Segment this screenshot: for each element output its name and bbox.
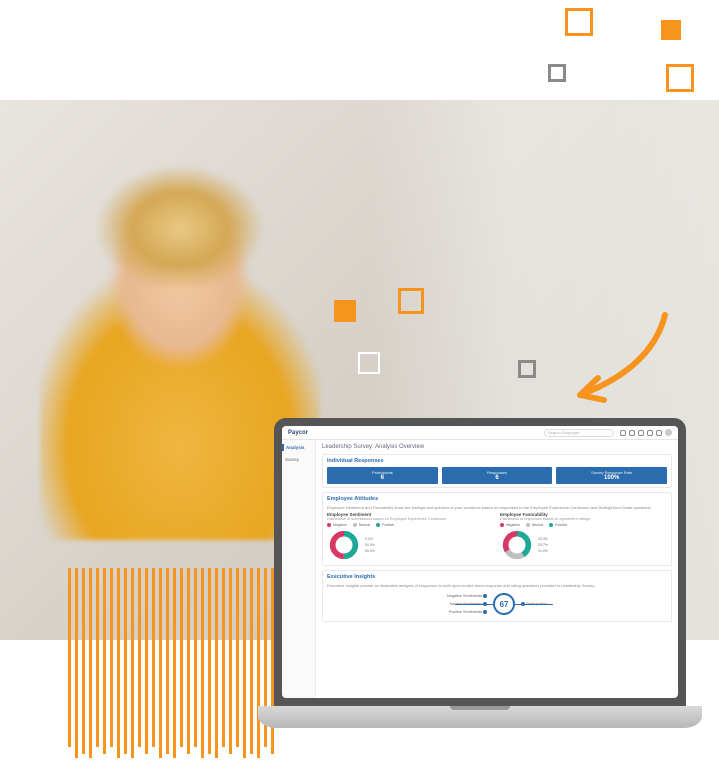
decor-square [661, 20, 681, 40]
pct-label: 33.3% [538, 537, 548, 541]
search-icon[interactable] [620, 430, 626, 436]
legend-positive: Positive [376, 523, 394, 527]
arrow-icon [560, 300, 680, 420]
card-employee-attitudes: Employee Attitudes Employee Sentiment an… [322, 492, 672, 566]
decor-square [565, 8, 593, 36]
laptop-mockup: Paycor Search Employee Analysis Survey [258, 418, 702, 728]
card-individual-responses: Individual Responses Participants 6 Resp… [322, 454, 672, 488]
decor-square [666, 64, 694, 92]
stat-response-rate[interactable]: Survey Response Rate 100% [556, 467, 667, 484]
sidebar-item-analysis[interactable]: Analysis [282, 444, 312, 451]
sidebar-item-survey[interactable]: Survey [285, 456, 312, 463]
app-header: Paycor Search Employee [282, 426, 678, 440]
pct-label: 50.0% [365, 549, 375, 553]
stat-participants[interactable]: Participants 6 [327, 467, 438, 484]
card-subtitle: Executive Insights provide an illustrati… [327, 583, 667, 588]
stat-responses[interactable]: Responses 6 [442, 467, 553, 484]
panel-sentiment: Employee Sentiment Distribution of submi… [327, 512, 494, 562]
card-title: Individual Responses [327, 458, 667, 464]
app-logo: Paycor [288, 430, 308, 436]
notifications-icon[interactable] [647, 430, 653, 436]
legend-positive: Positive [549, 523, 567, 527]
node-dot-icon [483, 610, 487, 614]
panel-subtitle: Distribution of responses based on agree… [500, 517, 667, 521]
pct-label: 41.0% [538, 549, 548, 553]
stat-label: Responses [444, 470, 551, 475]
insight-score-value: 67 [500, 600, 509, 609]
legend-neutral: Neutral [526, 523, 543, 527]
card-subtitle: Employee Sentiment and Favorability show… [327, 505, 667, 510]
avatar[interactable] [665, 429, 672, 436]
search-placeholder: Search Employee [548, 430, 580, 435]
node-dot-icon [483, 594, 487, 598]
chat-icon[interactable] [638, 430, 644, 436]
node-label: Positive Sentiments [449, 610, 482, 614]
page-title: Leadership Survey: Analysis Overview [322, 444, 672, 450]
decor-square [358, 352, 380, 374]
stat-label: Participants [329, 470, 436, 475]
decor-stripes [68, 568, 288, 758]
pct-label: 0.0% [365, 537, 375, 541]
card-executive-insights: Executive Insights Executive Insights pr… [322, 570, 672, 622]
insights-graph: Negative Sentiments Neutral Sentiments P… [327, 590, 667, 618]
stat-value: 100% [558, 475, 665, 481]
card-title: Executive Insights [327, 574, 667, 580]
search-input[interactable]: Search Employee [544, 429, 614, 437]
chart-legend: Negative Neutral Positive [327, 523, 494, 527]
decor-square [398, 288, 424, 314]
decor-square [548, 64, 566, 82]
decor-square [518, 360, 536, 378]
chart-legend: Negative Neutral Positive [500, 523, 667, 527]
laptop-base [258, 706, 702, 728]
apps-icon[interactable] [629, 430, 635, 436]
help-icon[interactable] [656, 430, 662, 436]
stat-value: 6 [444, 475, 551, 481]
stat-label: Survey Response Rate [558, 470, 665, 475]
legend-negative: Negative [327, 523, 347, 527]
node-label: Negative Sentiments [447, 594, 482, 598]
sidebar: Analysis Survey [282, 440, 316, 698]
stat-value: 6 [329, 475, 436, 481]
dashboard-app: Paycor Search Employee Analysis Survey [282, 426, 678, 698]
pct-label: 50.0% [365, 543, 375, 547]
decor-square [334, 300, 356, 322]
pct-label: 25.7% [538, 543, 548, 547]
legend-negative: Negative [500, 523, 520, 527]
legend-neutral: Neutral [353, 523, 370, 527]
panel-favorability: Employee Favorability Distribution of re… [500, 512, 667, 562]
card-title: Employee Attitudes [327, 496, 667, 502]
donut-chart-favorability [500, 528, 534, 562]
insight-score: 67 [493, 593, 515, 615]
panel-subtitle: Distribution of submissions based on Emp… [327, 517, 494, 521]
donut-chart-sentiment [327, 528, 361, 562]
